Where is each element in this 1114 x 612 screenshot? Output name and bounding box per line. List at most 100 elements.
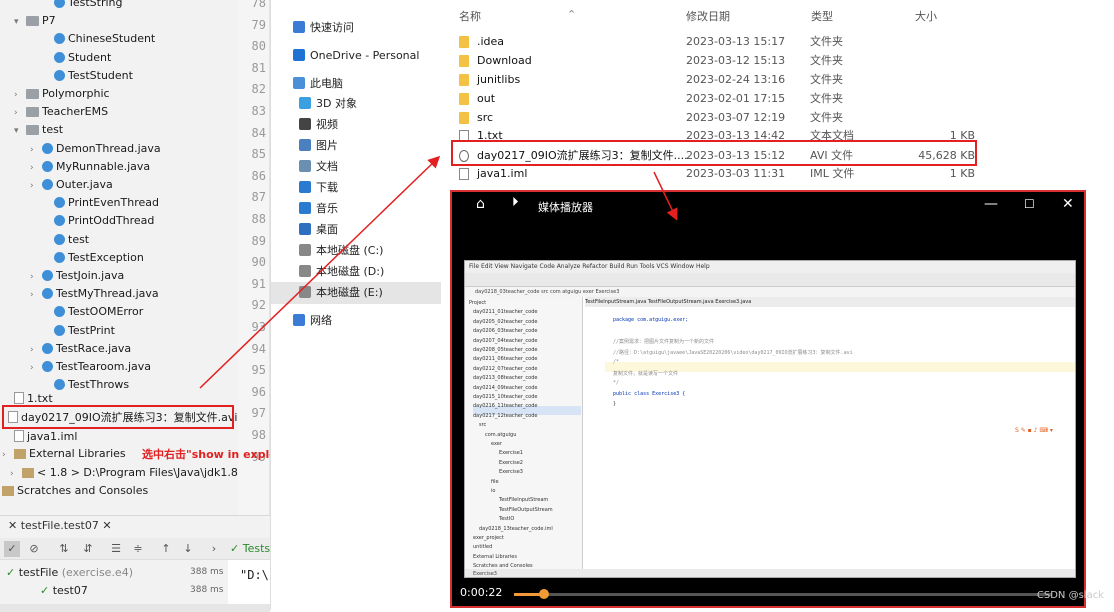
test-child-row[interactable]: ✓ test07 [40, 584, 88, 597]
file-row[interactable]: .idea 2023-03-13 15:17 文件夹 [459, 32, 979, 51]
tree-item[interactable]: PrintEvenThread [42, 194, 159, 212]
expand-arrow-icon[interactable]: › [30, 359, 42, 377]
up-icon[interactable]: ↑ [158, 541, 174, 557]
run-tab[interactable]: ✕ testFile.test07 ✕ [8, 519, 112, 532]
expand-arrow-icon[interactable]: ▾ [14, 122, 26, 140]
tree-item[interactable]: TestString [42, 0, 123, 12]
tree-item-external-libraries[interactable]: › External Libraries [2, 445, 126, 463]
tree-item[interactable]: › TestMyThread.java [30, 285, 159, 303]
progress-bar[interactable] [514, 589, 1052, 599]
tree-item[interactable]: › TestJoin.java [30, 267, 124, 285]
check-icon[interactable]: ✓ [4, 541, 20, 557]
minimize-icon[interactable]: — [984, 196, 998, 212]
expand-arrow-icon[interactable]: › [2, 446, 14, 464]
progress-knob[interactable] [538, 589, 549, 599]
line-number: 87 [251, 190, 266, 205]
nav-item[interactable]: 3D 对象 [299, 94, 357, 114]
down-icon[interactable]: ↓ [180, 541, 196, 557]
expand-arrow-icon[interactable]: › [30, 341, 42, 359]
tree-item[interactable]: TestOOMError [42, 303, 143, 321]
tree-item[interactable]: › Polymorphic [14, 85, 110, 103]
tree-item[interactable]: TestException [42, 249, 144, 267]
expand-arrow-icon[interactable]: › [14, 86, 26, 104]
nav-item[interactable]: 快速访问 [293, 18, 354, 38]
tree-item-java1[interactable]: java1.iml [14, 428, 77, 446]
run-tab-label: testFile.test07 [20, 519, 99, 532]
nav-item[interactable]: 音乐 [299, 199, 338, 219]
nav-item[interactable]: 此电脑 [293, 74, 343, 94]
tree-item[interactable]: › TeacherEMS [14, 103, 108, 121]
tree-item[interactable]: › DemonThread.java [30, 140, 161, 158]
sort-icon[interactable]: ⇅ [56, 541, 72, 557]
tree-item[interactable]: ChineseStudent [42, 30, 155, 48]
tree-item[interactable]: TestThrows [42, 376, 129, 394]
video-tree-item: day0215_10teacher_code [473, 394, 538, 400]
tree-item[interactable]: › MyRunnable.java [30, 158, 150, 176]
file-row[interactable]: java1.iml 2023-03-03 11:31 IML 文件 1 KB [459, 164, 979, 183]
video-ide-code: package com.atguigu.exer; //案例需求：把图片文件复制为… [585, 307, 1075, 569]
file-row[interactable]: src 2023-03-07 12:19 文件夹 [459, 108, 979, 127]
nav-item[interactable]: 本地磁盘 (E:) [299, 283, 383, 303]
tree-item[interactable]: › TestRace.java [30, 340, 131, 358]
tree-item[interactable]: › Outer.java [30, 176, 113, 194]
expand-arrow-icon[interactable]: › [14, 104, 26, 122]
expand-arrow-icon[interactable]: › [30, 141, 42, 159]
tree-item[interactable]: test [42, 231, 89, 249]
tree-item[interactable]: › TestTearoom.java [30, 358, 151, 376]
tree-item-label: TestException [68, 250, 144, 264]
tree-item[interactable]: TestPrint [42, 322, 115, 340]
file-row[interactable]: junitlibs 2023-02-24 13:16 文件夹 [459, 70, 979, 89]
tree-item[interactable]: ▾ P7 [14, 12, 56, 30]
ime-toolbar-icon: S ✎ ▪ ♪ ⌨ ▾ [1015, 427, 1053, 434]
expand-arrow-icon[interactable]: › [30, 177, 42, 195]
line-number: 96 [251, 384, 266, 399]
tree-item-jdk[interactable]: › < 1.8 > D:\Program Files\Java\jdk1.8.0_… [10, 464, 238, 482]
expand-arrow-icon[interactable]: › [30, 286, 42, 304]
tree-item-label: MyRunnable.java [56, 159, 151, 173]
nav-item[interactable]: OneDrive - Personal [293, 46, 419, 66]
expand-icon[interactable]: ☰ [108, 541, 124, 557]
nav-icon [299, 118, 311, 130]
expand-arrow-icon[interactable]: ▾ [14, 13, 26, 31]
expand-arrow-icon[interactable]: › [30, 268, 42, 286]
tree-item[interactable]: Student [42, 49, 111, 67]
nav-item[interactable]: 下载 [299, 178, 338, 198]
class-icon [42, 342, 53, 354]
stop-icon[interactable]: ⊘ [26, 541, 42, 557]
tree-item-scratches[interactable]: Scratches and Consoles [2, 482, 148, 500]
tree-item[interactable]: PrintOddThread [42, 212, 154, 230]
expand-arrow-icon[interactable]: › [10, 465, 22, 483]
column-date[interactable]: 修改日期 [686, 8, 730, 24]
file-row[interactable]: Download 2023-03-12 15:13 文件夹 [459, 51, 979, 70]
video-tree-item: Exercise3 [499, 469, 523, 476]
video-tree-item: file [491, 478, 499, 485]
column-name[interactable]: 名称 [459, 8, 481, 24]
test-root-row[interactable]: ✓ testFile (exercise.e4) [6, 566, 133, 579]
file-row[interactable]: out 2023-02-01 17:15 文件夹 [459, 89, 979, 108]
column-size[interactable]: 大小 [915, 8, 937, 24]
class-icon [42, 270, 53, 281]
nav-item[interactable]: 网络 [293, 311, 332, 331]
nav-item[interactable]: 文档 [299, 157, 338, 177]
maximize-icon[interactable]: ☐ [1024, 197, 1035, 211]
class-icon [54, 251, 65, 263]
collapse-icon[interactable]: ≑ [130, 541, 146, 557]
tree-item[interactable]: TestStudent [42, 67, 133, 85]
nav-item-label: 本地磁盘 (C:) [316, 244, 384, 257]
nav-item[interactable]: 视频 [299, 115, 338, 135]
home-icon[interactable]: ⌂ [476, 196, 485, 212]
nav-item[interactable]: 本地磁盘 (C:) [299, 241, 383, 261]
video-tree-item: untitled [473, 544, 493, 551]
tree-item[interactable]: ▾ test [14, 121, 63, 139]
expand-arrow-icon[interactable]: › [30, 159, 42, 177]
video-code-line: */ [613, 380, 620, 386]
nav-item[interactable]: 本地磁盘 (D:) [299, 262, 384, 282]
more-icon[interactable]: › [206, 541, 222, 557]
sort-duration-icon[interactable]: ⇵ [80, 541, 96, 557]
close-icon[interactable]: ✕ [1062, 196, 1074, 212]
class-icon [54, 215, 65, 227]
column-type[interactable]: 类型 [811, 8, 833, 24]
nav-item[interactable]: 图片 [299, 136, 338, 156]
nav-item[interactable]: 桌面 [299, 220, 338, 240]
tree-item-label: External Libraries [29, 447, 126, 460]
